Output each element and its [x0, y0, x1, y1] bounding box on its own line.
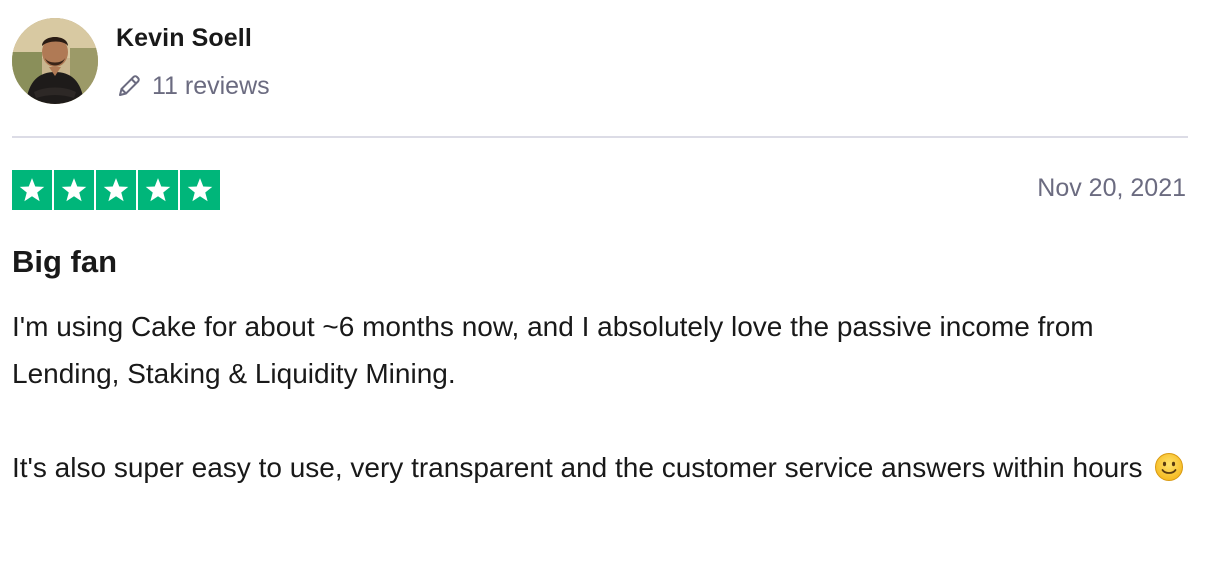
star-icon: [54, 170, 94, 210]
reviews-count[interactable]: 11 reviews: [152, 72, 270, 101]
star-icon: [138, 170, 178, 210]
review-date: Nov 20, 2021: [1037, 174, 1186, 202]
star-rating: [12, 170, 220, 210]
review-paragraph: It's also super easy to use, very transp…: [12, 444, 1198, 491]
reviews-count-row: 11 reviews: [116, 70, 270, 102]
star-icon: [12, 170, 52, 210]
review-title[interactable]: Big fan: [12, 244, 117, 280]
avatar-photo-icon: [12, 18, 98, 104]
star-icon: [180, 170, 220, 210]
smiley-icon: [1154, 449, 1184, 481]
review-paragraph-2-text: It's also super easy to use, very transp…: [12, 452, 1143, 483]
divider: [12, 136, 1188, 138]
review-paragraph-1-text: I'm using Cake for about ~6 months now, …: [12, 311, 1094, 389]
review-body: I'm using Cake for about ~6 months now, …: [12, 303, 1198, 491]
review-card: Kevin Soell 11 reviews Nov 20, 2021 Big …: [0, 0, 1208, 562]
star-icon: [96, 170, 136, 210]
reviewer-name[interactable]: Kevin Soell: [116, 24, 252, 53]
pencil-icon: [116, 73, 142, 99]
avatar[interactable]: [12, 18, 98, 104]
review-paragraph: I'm using Cake for about ~6 months now, …: [12, 303, 1198, 397]
